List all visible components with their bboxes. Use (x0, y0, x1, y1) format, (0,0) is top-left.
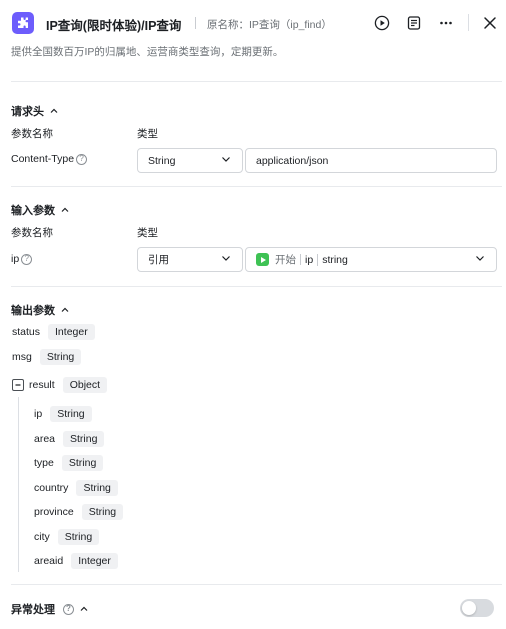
output-child-item: ip String (34, 406, 92, 422)
play-circle-icon (374, 15, 390, 31)
reference-separator (300, 254, 301, 265)
document-icon (407, 16, 421, 30)
input-param-ip: ip ? (11, 253, 33, 265)
output-params-toggle[interactable]: 输出参数 (11, 302, 71, 318)
output-child-item: areaid Integer (34, 553, 118, 569)
type-tag: String (39, 349, 82, 365)
request-headers-title: 请求头 (11, 106, 44, 118)
chevron-up-icon (78, 603, 90, 615)
param-name: Content-Type (11, 153, 75, 165)
input-params-title: 输入参数 (11, 205, 55, 217)
page-title: IP查询(限时体验)/IP查询 (46, 19, 182, 33)
column-header-name: 参数名称 (11, 227, 53, 239)
tree-guide-line (18, 397, 19, 572)
switch-knob (462, 601, 476, 615)
type-tag: Object (62, 377, 108, 393)
type-tag: String (63, 431, 105, 447)
output-child-item: area String (34, 431, 105, 447)
help-icon[interactable]: ? (63, 603, 74, 615)
type-tag: String (61, 455, 104, 471)
output-item: msg String (12, 349, 82, 365)
output-name: type (34, 457, 54, 469)
more-icon (440, 21, 452, 25)
output-child-item: type String (34, 455, 104, 471)
title-divider (195, 17, 196, 29)
column-header-type: 类型 (137, 128, 158, 140)
param-name: ip (11, 253, 20, 265)
exception-switch[interactable] (460, 599, 494, 617)
output-name: msg (12, 351, 32, 363)
doc-button[interactable] (403, 12, 425, 34)
collapse-icon[interactable] (12, 379, 24, 391)
output-name: province (34, 506, 74, 518)
plugin-icon (12, 12, 34, 34)
divider (11, 584, 502, 585)
input-value: application/json (256, 154, 329, 167)
select-value: String (148, 154, 176, 167)
chevron-up-icon (59, 304, 71, 316)
column-header-type: 类型 (137, 227, 158, 239)
reference-value: 开始 ip string (256, 252, 348, 267)
header-param-content-type: Content-Type ? (11, 153, 88, 165)
run-button[interactable] (371, 12, 393, 34)
plugin-description: 提供全国数百万IP的归属地、运营商类型查询，定期更新。 (11, 46, 284, 58)
header-value-input[interactable]: application/json (245, 148, 497, 173)
divider (11, 286, 502, 287)
chevron-down-icon (220, 153, 232, 168)
output-name: areaid (34, 555, 64, 567)
type-tag: String (57, 529, 100, 545)
output-child-item: country String (34, 480, 118, 496)
more-button[interactable] (435, 12, 457, 34)
output-item: status Integer (12, 324, 95, 340)
help-icon[interactable]: ? (21, 253, 33, 265)
select-value: 引用 (148, 254, 169, 266)
request-headers-toggle[interactable]: 请求头 (11, 103, 60, 119)
output-name: ip (34, 408, 43, 420)
type-tag: String (81, 504, 124, 520)
type-tag: Integer (71, 553, 118, 569)
type-tag: String (50, 406, 92, 422)
header-divider (468, 14, 469, 31)
input-params-toggle[interactable]: 输入参数 (11, 202, 71, 218)
type-tag: Integer (48, 324, 95, 340)
chevron-down-icon (220, 252, 232, 267)
column-header-name: 参数名称 (11, 128, 53, 140)
divider (11, 81, 502, 82)
chevron-up-icon (59, 204, 71, 216)
close-button[interactable] (479, 12, 501, 34)
chevron-down-icon (474, 252, 486, 267)
exception-toggle[interactable]: 异常处理 ? (11, 601, 90, 617)
start-node-icon (256, 253, 269, 266)
original-name: 原名称：IP查询（ip_find） (207, 19, 332, 31)
help-icon[interactable]: ? (76, 153, 88, 165)
output-name: status (12, 326, 41, 338)
input-type-select[interactable]: 引用 (137, 247, 243, 272)
header-type-select[interactable]: String (137, 148, 243, 173)
output-params-title: 输出参数 (11, 305, 55, 317)
reference-node: 开始 (275, 254, 296, 266)
exception-title: 异常处理 (11, 604, 55, 616)
reference-field: ip (305, 253, 314, 266)
output-name: country (34, 482, 69, 494)
output-child-item: province String (34, 504, 124, 520)
output-child-item: city String (34, 529, 100, 545)
chevron-up-icon (48, 105, 60, 117)
output-name: area (34, 433, 56, 445)
close-icon (484, 17, 496, 29)
type-tag: String (76, 480, 118, 496)
divider (11, 186, 502, 187)
output-name: result (29, 379, 55, 391)
reference-type: string (317, 253, 348, 266)
input-reference-select[interactable]: 开始 ip string (245, 247, 497, 272)
output-name: city (34, 531, 50, 543)
output-item: result Object (12, 377, 108, 393)
